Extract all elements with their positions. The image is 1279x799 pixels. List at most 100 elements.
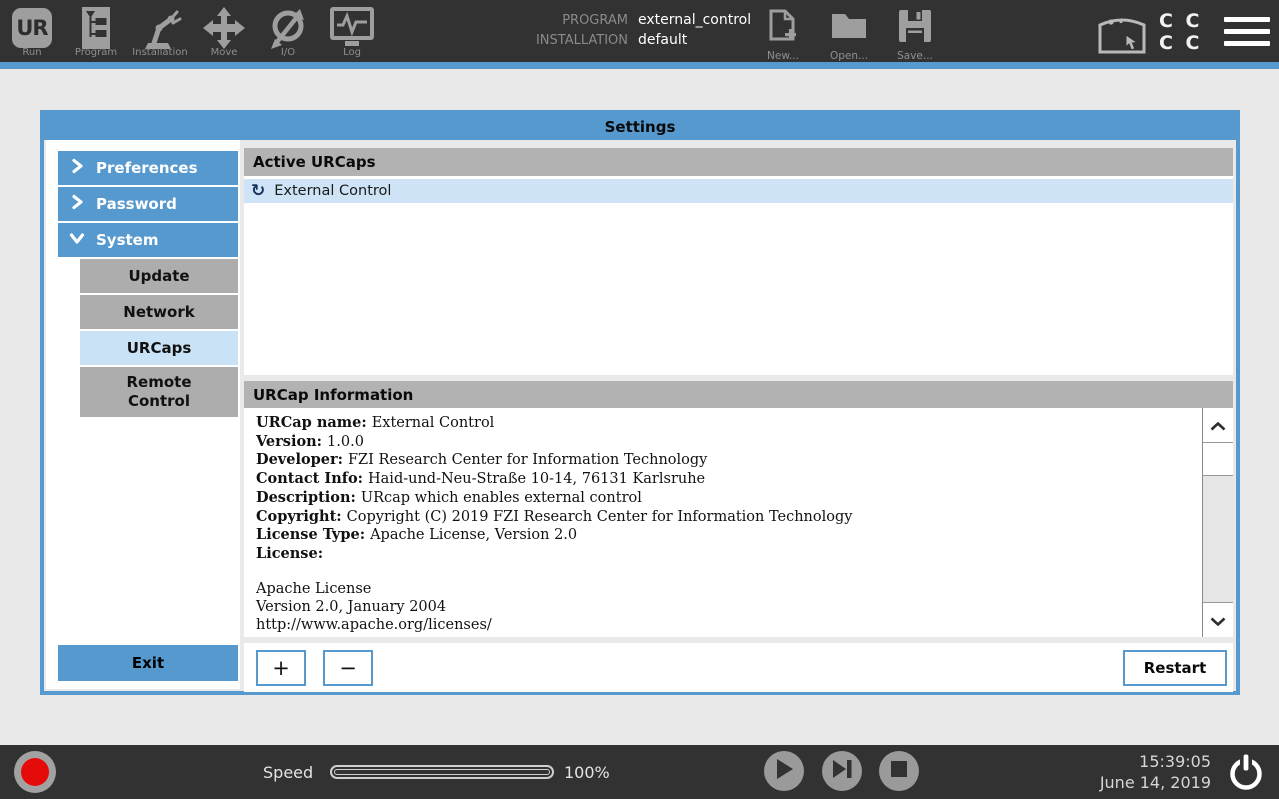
sidebar-nav: Preferences Password System Update Net xyxy=(58,151,238,419)
program-tree-icon xyxy=(72,7,120,49)
urcap-item-label: External Control xyxy=(274,183,391,199)
step-forward-button[interactable] xyxy=(822,751,862,791)
urcaps-content: Active URCaps ↻ External Control URCap I… xyxy=(244,140,1233,689)
installation-name: default xyxy=(638,32,751,48)
chevron-right-icon xyxy=(69,194,85,214)
sidebar-item-label: Preferences xyxy=(96,159,198,177)
sidebar-item-preferences[interactable]: Preferences xyxy=(58,151,238,185)
main-tabs: UR Run Program Installation Move xyxy=(0,0,384,62)
info-field: Description:URcap which enables external… xyxy=(256,489,1190,508)
settings-dialog: Settings Preferences Password System xyxy=(40,110,1240,695)
scrollbar[interactable] xyxy=(1202,408,1233,637)
sidebar-subitem-label: Update xyxy=(128,267,189,286)
scrollbar-thumb[interactable] xyxy=(1203,443,1233,476)
tab-label: Log xyxy=(343,47,361,58)
time-text: 15:39:05 xyxy=(1100,751,1211,772)
urcap-refresh-icon: ↻ xyxy=(251,183,265,200)
speed-value: 100% xyxy=(564,763,610,782)
sidebar-item-remote-control[interactable]: Remote Control xyxy=(80,367,238,417)
chevron-up-icon xyxy=(1210,416,1226,435)
tab-label: Move xyxy=(211,47,238,58)
tab-move[interactable]: Move xyxy=(192,0,256,62)
save-button[interactable]: Save... xyxy=(892,9,938,62)
speed-label: Speed xyxy=(263,763,313,782)
sidebar-item-system[interactable]: System xyxy=(58,223,238,257)
file-actions: New... Open... Save... xyxy=(760,9,938,62)
info-field: License Type:Apache License, Version 2.0 xyxy=(256,526,1190,545)
main-area: Settings Preferences Password System xyxy=(0,69,1279,745)
tab-installation[interactable]: Installation xyxy=(128,0,192,62)
info-field: Version:1.0.0 xyxy=(256,433,1190,452)
tab-label: I/O xyxy=(281,47,295,58)
remove-urcap-button[interactable]: − xyxy=(323,650,373,686)
urcaps-action-row: + − Restart xyxy=(244,643,1233,692)
sim-row: C C xyxy=(1159,32,1203,54)
program-name: external_control xyxy=(638,12,751,28)
info-field: License: xyxy=(256,545,1190,564)
exit-button[interactable]: Exit xyxy=(58,645,238,681)
program-label: PROGRAM xyxy=(500,13,628,28)
sidebar-item-label: System xyxy=(96,231,158,249)
play-button[interactable] xyxy=(764,751,804,791)
play-icon xyxy=(773,759,795,783)
sidebar-item-label: Password xyxy=(96,195,177,213)
sidebar-subitem-label: URCaps xyxy=(127,339,192,358)
open-folder-icon xyxy=(830,9,868,47)
tab-label: Installation xyxy=(132,47,187,58)
bottom-bar: Speed 100% 15:39:05 June 14, 2019 xyxy=(0,745,1279,799)
tab-io[interactable]: I/O xyxy=(256,0,320,62)
urcap-list-item[interactable]: ↻ External Control xyxy=(244,179,1233,203)
sidebar-item-update[interactable]: Update xyxy=(80,259,238,293)
scroll-down-button[interactable] xyxy=(1203,602,1233,637)
touchscreen-button[interactable] xyxy=(1096,12,1148,54)
urcap-information-panel: URCap name:External Control Version:1.0.… xyxy=(244,408,1233,637)
scroll-up-button[interactable] xyxy=(1203,408,1233,443)
robot-status-red-icon xyxy=(21,758,49,786)
initialize-robot-button[interactable] xyxy=(14,751,56,793)
action-label: New... xyxy=(767,50,799,62)
log-monitor-icon xyxy=(328,7,376,49)
dialog-title: Settings xyxy=(44,114,1236,140)
sidebar-item-network[interactable]: Network xyxy=(80,295,238,329)
restart-button[interactable]: Restart xyxy=(1123,650,1227,686)
accent-strip xyxy=(0,62,1279,69)
chevron-down-icon xyxy=(1210,611,1226,630)
save-floppy-icon xyxy=(898,9,932,47)
robot-arm-icon xyxy=(136,7,184,49)
info-field: Developer:FZI Research Center for Inform… xyxy=(256,451,1190,470)
move-arrows-icon xyxy=(200,7,248,49)
simulation-indicator: C C C C xyxy=(1159,10,1203,54)
ur-logo-icon: UR xyxy=(8,7,56,49)
blank-line xyxy=(256,564,1190,582)
io-icon xyxy=(264,7,312,49)
file-status: PROGRAM external_control INSTALLATION de… xyxy=(500,12,751,48)
open-button[interactable]: Open... xyxy=(826,9,872,62)
sidebar-item-urcaps[interactable]: URCaps xyxy=(80,331,238,365)
stop-button[interactable] xyxy=(879,751,919,791)
license-line: Version 2.0, January 2004 xyxy=(256,599,1190,617)
license-line: http://www.apache.org/licenses/ xyxy=(256,617,1190,635)
top-bar: UR Run Program Installation Move xyxy=(0,0,1279,62)
chevron-down-icon xyxy=(69,230,85,250)
tab-label: Program xyxy=(75,47,117,58)
tab-log[interactable]: Log xyxy=(320,0,384,62)
info-field: Copyright:Copyright (C) 2019 FZI Researc… xyxy=(256,508,1190,527)
step-forward-icon xyxy=(833,760,852,782)
new-button[interactable]: New... xyxy=(760,9,806,62)
power-button[interactable] xyxy=(1225,751,1267,793)
tab-program[interactable]: Program xyxy=(64,0,128,62)
new-file-icon xyxy=(768,9,798,47)
active-urcaps-list: ↻ External Control xyxy=(244,176,1233,375)
urcap-information-header: URCap Information xyxy=(244,381,1233,408)
speed-slider-fill xyxy=(334,769,550,775)
speed-slider[interactable] xyxy=(330,765,554,779)
active-urcaps-header: Active URCaps xyxy=(244,148,1233,176)
add-urcap-button[interactable]: + xyxy=(256,650,306,686)
hamburger-menu-icon[interactable] xyxy=(1224,17,1270,53)
tab-run[interactable]: UR Run xyxy=(0,0,64,62)
urcap-information-text: URCap name:External Control Version:1.0.… xyxy=(244,408,1202,637)
chevron-right-icon xyxy=(69,158,85,178)
clock: 15:39:05 June 14, 2019 xyxy=(1100,751,1211,793)
sim-row: C C xyxy=(1159,10,1203,32)
sidebar-item-password[interactable]: Password xyxy=(58,187,238,221)
